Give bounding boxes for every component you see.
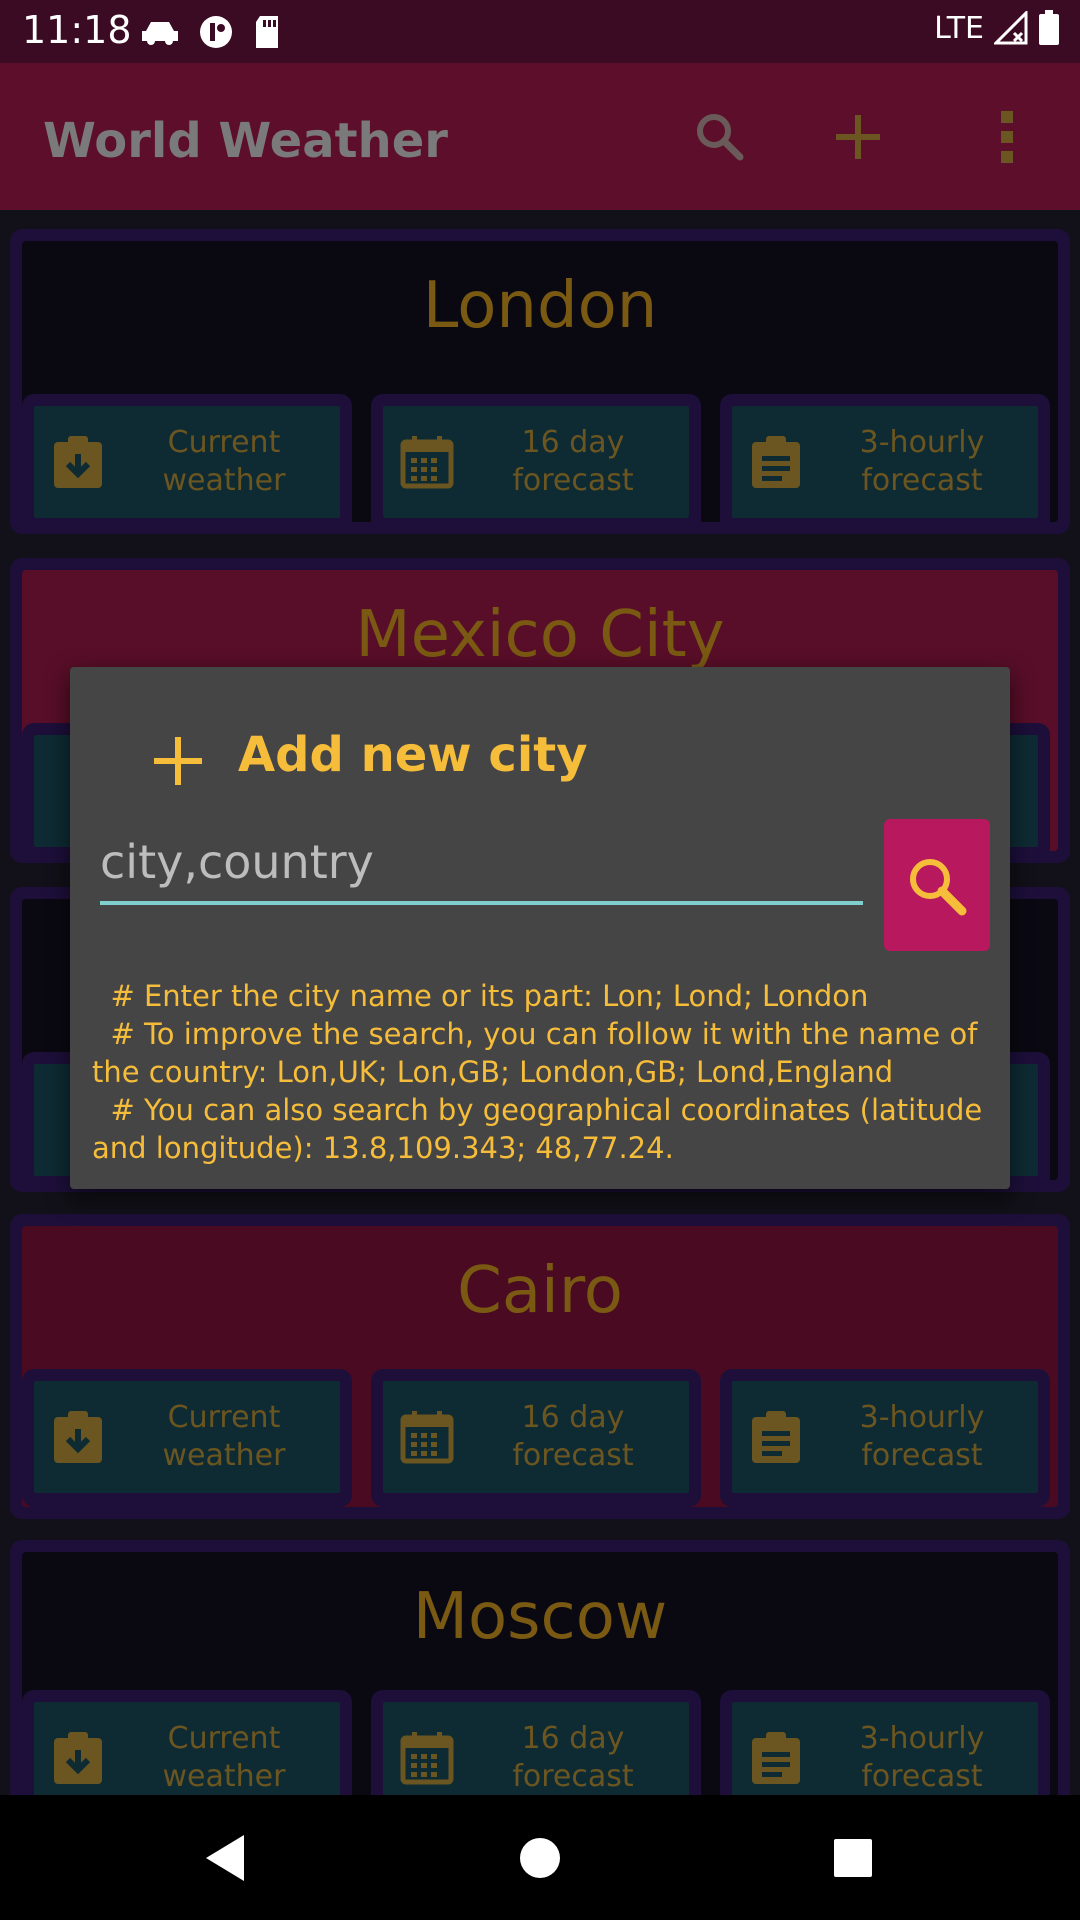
status-bar: 11:18 LTE: [0, 0, 1080, 63]
city-name: Mexico City: [355, 598, 725, 672]
download-clipboard-icon: [54, 1411, 102, 1463]
recents-icon[interactable]: [826, 1831, 880, 1885]
three-hourly-forecast-button[interactable]: 3-hourly forecast: [720, 1369, 1050, 1507]
city-name: London: [422, 269, 658, 343]
action-label: 3-hourly forecast: [859, 425, 985, 498]
status-time: 11:18: [22, 8, 132, 52]
action-label: 3-hourly forecast: [859, 1721, 985, 1794]
action-label: 16 day forecast: [512, 425, 634, 498]
city-card-cairo[interactable]: Cairo Current weather 16 day forecast 3-…: [10, 1214, 1070, 1519]
calendar-icon: [400, 436, 454, 489]
notification-icons: [140, 10, 282, 54]
three-hourly-forecast-button[interactable]: 3-hourly forecast: [720, 394, 1050, 532]
back-icon[interactable]: [200, 1831, 254, 1885]
home-icon[interactable]: [513, 1831, 567, 1885]
app-title: World Weather: [43, 113, 448, 169]
car-icon: [142, 22, 178, 45]
battery-icon: [1039, 10, 1059, 45]
app-notification-icon: [200, 16, 232, 48]
clipboard-list-icon: [752, 436, 800, 488]
overflow-menu-icon[interactable]: [976, 107, 1036, 167]
download-clipboard-icon: [54, 436, 102, 488]
network-type: LTE: [934, 10, 984, 46]
current-weather-button[interactable]: Current weather: [22, 1369, 352, 1507]
current-weather-button[interactable]: Current weather: [22, 1690, 352, 1795]
clipboard-list-icon: [752, 1411, 800, 1463]
city-name: Moscow: [412, 1580, 668, 1654]
calendar-icon: [400, 1732, 454, 1785]
sixteen-day-forecast-button[interactable]: 16 day forecast: [371, 1690, 701, 1795]
city-card-moscow[interactable]: Moscow Current weather 16 day forecast 3…: [10, 1540, 1070, 1795]
search-city-button[interactable]: [884, 819, 990, 951]
clipboard-list-icon: [752, 1732, 800, 1784]
city-card-london[interactable]: London Current weather 16 day forecast 3…: [10, 229, 1070, 534]
calendar-icon: [400, 1411, 454, 1464]
action-label: Current weather: [162, 1400, 286, 1473]
signal-icon: [994, 11, 1028, 45]
sd-card-icon: [256, 16, 278, 48]
app-bar: World Weather: [0, 63, 1080, 210]
city-name: Cairo: [457, 1254, 623, 1328]
help-line: # You can also search by geographical co…: [92, 1093, 992, 1165]
add-city-icon[interactable]: [828, 107, 888, 167]
three-hourly-forecast-button[interactable]: 3-hourly forecast: [720, 1690, 1050, 1795]
help-line: # Enter the city name or its part: Lon; …: [92, 979, 869, 1013]
dialog-title: Add new city: [238, 727, 588, 783]
action-label: Current weather: [162, 425, 286, 498]
action-label: 16 day forecast: [512, 1721, 634, 1794]
sixteen-day-forecast-button[interactable]: 16 day forecast: [371, 394, 701, 532]
search-icon[interactable]: [690, 107, 750, 167]
plus-icon: [154, 737, 202, 785]
sixteen-day-forecast-button[interactable]: 16 day forecast: [371, 1369, 701, 1507]
download-clipboard-icon: [54, 1732, 102, 1784]
action-label: Current weather: [162, 1721, 286, 1794]
current-weather-button[interactable]: Current weather: [22, 394, 352, 532]
action-label: 16 day forecast: [512, 1400, 634, 1473]
search-help-text: # Enter the city name or its part: Lon; …: [92, 977, 992, 1167]
navigation-bar: [0, 1795, 1080, 1920]
action-label: 3-hourly forecast: [859, 1400, 985, 1473]
help-line: # To improve the search, you can follow …: [92, 1017, 987, 1089]
city-country-input[interactable]: [100, 827, 863, 905]
add-city-dialog: Add new city # Enter the city name or it…: [70, 667, 1010, 1189]
status-right: LTE: [934, 10, 1060, 46]
search-icon: [910, 859, 967, 916]
